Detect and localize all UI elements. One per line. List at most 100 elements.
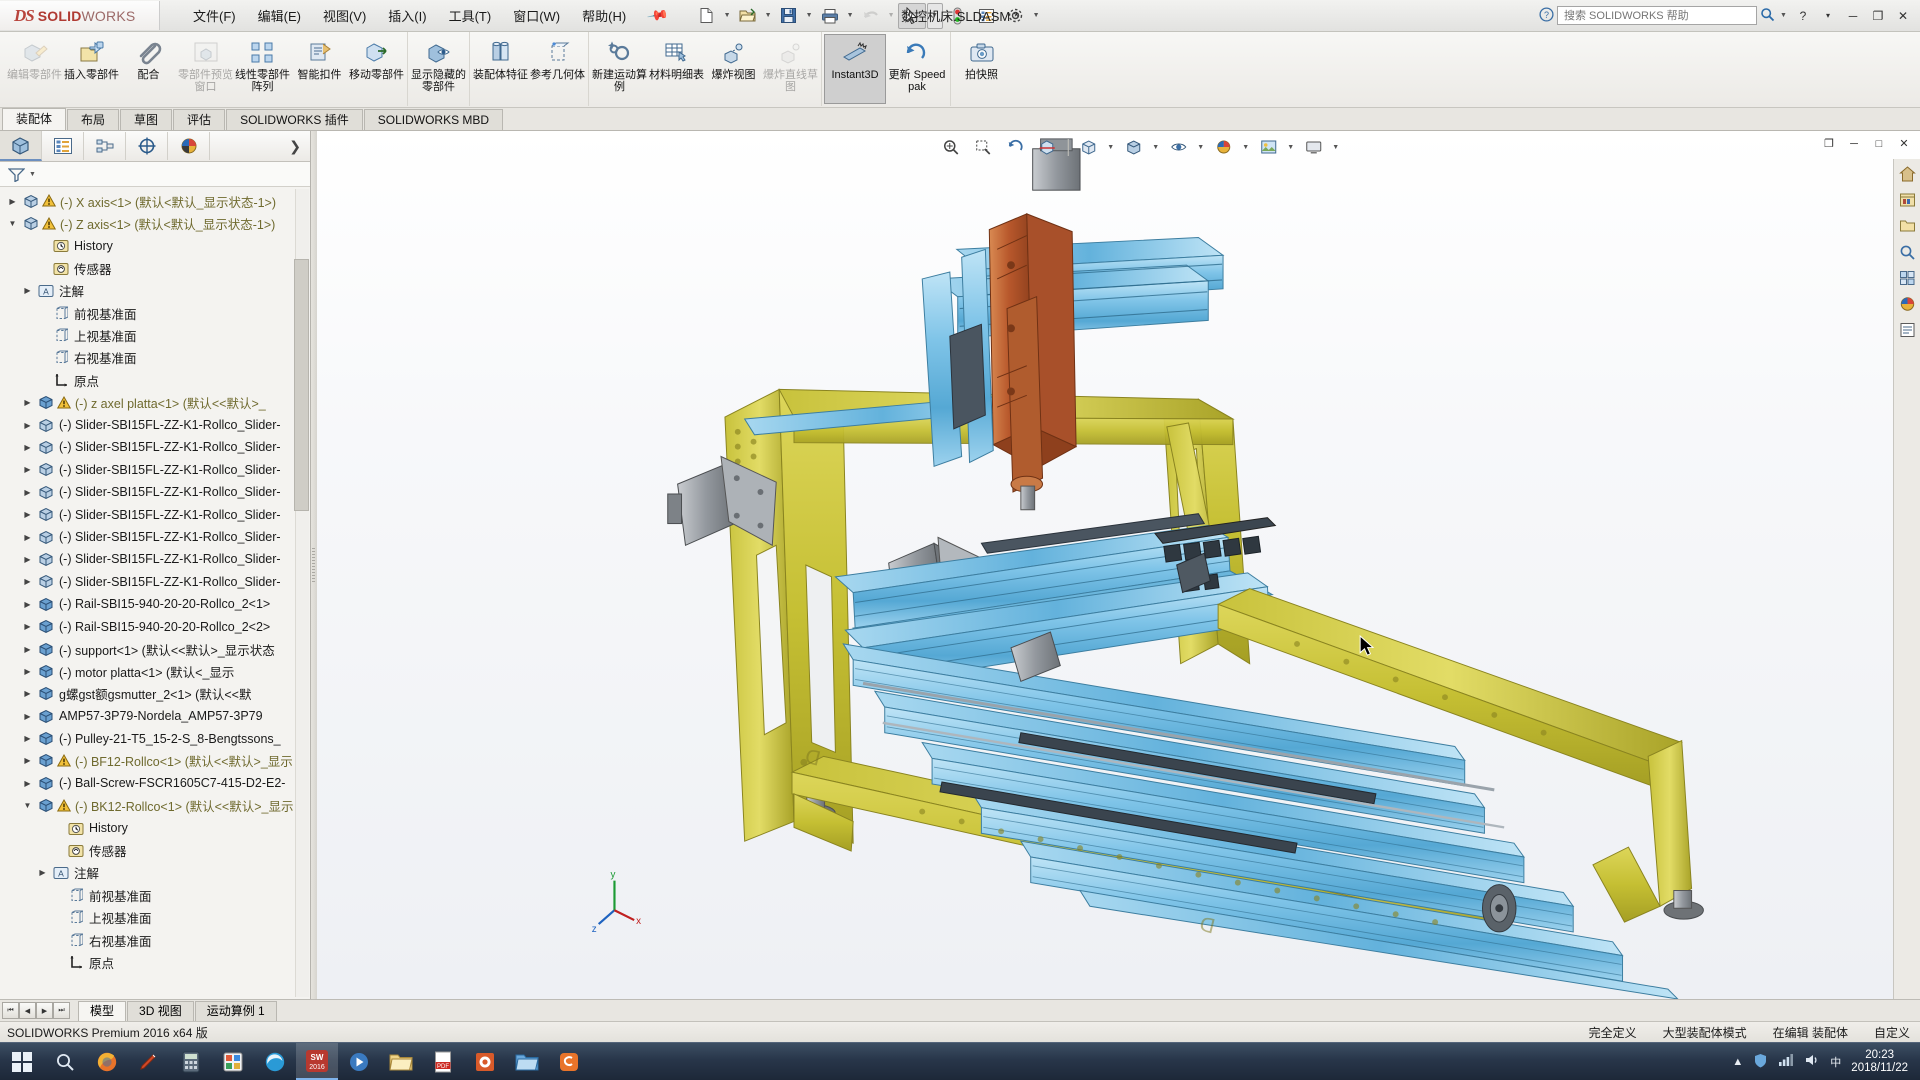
tree-expander-icon[interactable]: [19, 645, 36, 654]
chevron-down-icon[interactable]: ▼: [886, 12, 897, 19]
menu-view[interactable]: 视图(V): [312, 3, 377, 28]
select-dropdown-icon[interactable]: ▼: [926, 2, 943, 29]
taskbar-solidworks-icon[interactable]: SW 2016: [296, 1043, 338, 1080]
ribbon-assembly-features[interactable]: 装配体特征: [472, 34, 529, 104]
feature-tree-item[interactable]: (-) Slider-SBI15FL-ZZ-K1-Rollco_Slider-: [0, 548, 310, 570]
start-button-icon[interactable]: [0, 1044, 44, 1079]
chevron-down-icon[interactable]: ▼: [1285, 144, 1296, 151]
custom-properties-icon[interactable]: [1896, 319, 1918, 341]
feature-tree-item[interactable]: 右视基准面: [0, 929, 310, 951]
taskbar-search-icon[interactable]: [44, 1044, 86, 1079]
tree-expander-icon[interactable]: [19, 734, 36, 743]
tray-network-icon[interactable]: [1778, 1053, 1794, 1070]
tree-expander-icon[interactable]: [19, 600, 36, 609]
chevron-down-icon[interactable]: ▼: [1240, 144, 1251, 151]
feature-tree-item[interactable]: g螺gst额gsmutter_2<1> (默认<<默: [0, 683, 310, 705]
tree-expander-icon[interactable]: [19, 577, 36, 586]
chevron-down-icon[interactable]: ▼: [1150, 144, 1161, 151]
view-orientation-icon[interactable]: [1073, 135, 1103, 159]
tab-dimxpert-manager[interactable]: [126, 132, 168, 160]
search-library-icon[interactable]: [1896, 241, 1918, 263]
tree-expander-icon[interactable]: [19, 689, 36, 698]
bottom-tab-model[interactable]: 模型: [78, 1000, 127, 1021]
menu-edit[interactable]: 编辑(E): [247, 3, 312, 28]
feature-tree-item[interactable]: (-) Rail-SBI15-940-20-20-Rollco_2<2>: [0, 615, 310, 637]
view-palette-icon[interactable]: [1896, 267, 1918, 289]
chevron-down-icon[interactable]: ▼: [1031, 12, 1042, 19]
tree-expander-icon[interactable]: [19, 510, 36, 519]
options-gear-icon[interactable]: [1002, 3, 1030, 29]
tree-expander-icon[interactable]: [4, 197, 21, 206]
menu-help[interactable]: 帮助(H): [571, 3, 637, 28]
feature-tree-scroll-thumb[interactable]: [294, 259, 309, 511]
gfx-restore-button[interactable]: ❐: [1817, 134, 1841, 153]
tree-expander-icon[interactable]: [19, 465, 36, 474]
feature-tree-filter[interactable]: ▼: [0, 162, 310, 187]
close-button[interactable]: ✕: [1892, 6, 1914, 26]
tab-feature-manager-tree[interactable]: [0, 131, 42, 161]
taskbar-office-icon[interactable]: [464, 1044, 506, 1079]
ribbon-linear-pattern[interactable]: 线性零部件阵列: [234, 34, 291, 104]
ribbon-update-speedpak[interactable]: 更新 Speedpak: [886, 34, 948, 104]
tab-assembly[interactable]: 装配体: [2, 108, 67, 130]
feature-tree-item[interactable]: (-) Slider-SBI15FL-ZZ-K1-Rollco_Slider-: [0, 436, 310, 458]
view-palette-home-icon[interactable]: [1896, 163, 1918, 185]
taskbar-sogou-icon[interactable]: [548, 1044, 590, 1079]
feature-tree-item[interactable]: (-) Z axis<1> (默认<默认_显示状态-1>): [0, 212, 310, 234]
ribbon-bom[interactable]: 材料明细表: [648, 34, 705, 104]
taskbar-media-icon[interactable]: [338, 1044, 380, 1079]
taskbar-folder-icon[interactable]: [506, 1044, 548, 1079]
undo-icon[interactable]: [857, 3, 885, 29]
minimize-button[interactable]: ─: [1842, 6, 1864, 26]
file-properties-icon[interactable]: [973, 3, 1001, 29]
tab-solidworks-mbd[interactable]: SOLIDWORKS MBD: [363, 109, 504, 130]
chevron-right-icon[interactable]: ❯: [289, 138, 310, 155]
feature-tree-item[interactable]: (-) support<1> (默认<<默认>_显示状态: [0, 638, 310, 660]
ribbon-insert-component[interactable]: 插入零部件: [63, 34, 120, 104]
ribbon-exploded-view[interactable]: 爆炸视图: [705, 34, 762, 104]
feature-tree-item[interactable]: (-) Ball-Screw-FSCR1605C7-415-D2-E2-: [0, 772, 310, 794]
feature-tree-item[interactable]: 原点: [0, 369, 310, 391]
feature-tree-item[interactable]: (-) Pulley-21-T5_15-2-S_8-Bengtssons_: [0, 727, 310, 749]
taskbar-edge-icon[interactable]: [254, 1044, 296, 1079]
taskbar-pen-icon[interactable]: [128, 1044, 170, 1079]
tree-expander-icon[interactable]: [4, 219, 21, 228]
tree-expander-icon[interactable]: [19, 756, 36, 765]
feature-tree-item[interactable]: (-) BF12-Rollco<1> (默认<<默认>_显示: [0, 750, 310, 772]
chevron-down-icon[interactable]: ▼: [1330, 144, 1341, 151]
chevron-down-icon[interactable]: ▼: [722, 12, 733, 19]
tab-property-manager[interactable]: [42, 132, 84, 160]
chevron-down-icon[interactable]: ▼: [1778, 12, 1789, 19]
tab-configuration-manager[interactable]: [84, 132, 126, 160]
tree-expander-icon[interactable]: [19, 398, 36, 407]
feature-tree-item[interactable]: (-) Slider-SBI15FL-ZZ-K1-Rollco_Slider-: [0, 571, 310, 593]
feature-tree-item[interactable]: (-) Slider-SBI15FL-ZZ-K1-Rollco_Slider-: [0, 481, 310, 503]
tray-ime-icon[interactable]: 中: [1830, 1054, 1841, 1070]
tree-expander-icon[interactable]: [19, 667, 36, 676]
feature-tree-item[interactable]: (-) Rail-SBI15-940-20-20-Rollco_2<1>: [0, 593, 310, 615]
titlebar-help-caret-icon[interactable]: ▾: [1817, 6, 1839, 26]
ribbon-reference-geometry[interactable]: 参考几何体: [529, 34, 586, 104]
taskbar-explorer-icon[interactable]: [380, 1044, 422, 1079]
tab-display-manager[interactable]: [168, 132, 210, 160]
search-icon[interactable]: [1760, 7, 1775, 25]
taskbar-pdf-icon[interactable]: PDF: [422, 1044, 464, 1079]
tree-expander-icon[interactable]: [34, 868, 51, 877]
save-icon[interactable]: [775, 3, 803, 29]
taskbar-paint-icon[interactable]: [212, 1044, 254, 1079]
chevron-down-icon[interactable]: ▼: [1105, 144, 1116, 151]
chevron-down-icon[interactable]: ▼: [804, 12, 815, 19]
gfx-maximize-button[interactable]: □: [1867, 134, 1891, 153]
tab-evaluate[interactable]: 评估: [173, 109, 226, 130]
zoom-to-area-icon[interactable]: [968, 135, 998, 159]
design-library-icon[interactable]: [1896, 189, 1918, 211]
chevron-down-icon[interactable]: ▼: [845, 12, 856, 19]
tree-expander-icon[interactable]: [19, 712, 36, 721]
tab-scroll-last-icon[interactable]: ⏭: [53, 1002, 70, 1019]
previous-view-icon[interactable]: [1000, 135, 1030, 159]
view-settings-icon[interactable]: [1298, 135, 1328, 159]
tree-expander-icon[interactable]: [19, 286, 36, 295]
feature-tree-item[interactable]: 前视基准面: [0, 884, 310, 906]
taskbar-calculator-icon[interactable]: [170, 1044, 212, 1079]
appearances-scenes-icon[interactable]: [1896, 293, 1918, 315]
